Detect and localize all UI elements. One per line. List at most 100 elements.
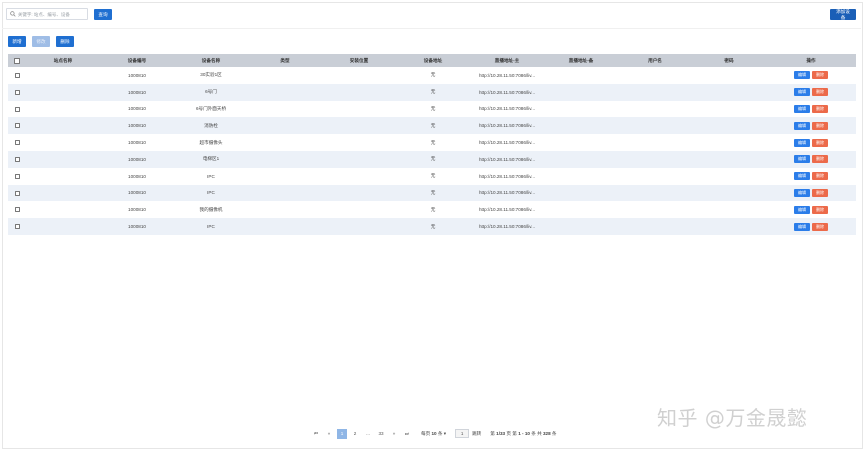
row-checkbox[interactable] <box>14 73 20 79</box>
table-row[interactable]: 1000810 IPC 无 http://10.28.11.50:7086/liv..… <box>8 218 856 235</box>
row-delete-button[interactable]: 删除 <box>812 205 828 214</box>
row-checkbox[interactable] <box>14 123 20 129</box>
row-delete-button[interactable]: 删除 <box>812 138 828 147</box>
table-row[interactable]: 1000810 超市摄像头 无 http://10.28.11.50:7086/liv… <box>8 134 856 151</box>
cell-live-main: http://10.28.11.50:7086/liv... <box>478 72 535 78</box>
jump-page-input[interactable] <box>455 429 470 438</box>
row-edit-button[interactable]: 编辑 <box>794 88 810 97</box>
row-edit-button[interactable]: 编辑 <box>794 172 810 181</box>
table-row[interactable]: 1000810 6号门 无 http://10.28.11.50:7086/liv..… <box>8 83 856 101</box>
row-edit-button[interactable]: 编辑 <box>794 104 810 113</box>
delete-button[interactable]: 删除 <box>56 36 74 47</box>
action-bar: 新增 修改 删除 <box>8 36 74 48</box>
table-row[interactable]: 1000810 IPC 无 http://10.28.11.50:7086/liv..… <box>8 184 856 202</box>
row-checkbox[interactable] <box>14 157 20 163</box>
jump-button[interactable]: 跳转 <box>472 431 481 437</box>
device-table: 站点名称 设备编号 设备名称 类型 安装位置 设备地址 直播地址-主 直播地址-… <box>8 54 856 235</box>
search-box[interactable] <box>6 8 88 20</box>
cell-type <box>248 67 322 84</box>
edit-button[interactable]: 修改 <box>32 36 50 47</box>
first-page-button[interactable]: ⏮ <box>311 429 321 439</box>
row-delete-button[interactable]: 删除 <box>812 121 828 130</box>
row-select-cell[interactable] <box>8 218 26 235</box>
cell-type <box>248 201 322 218</box>
cell-device-code: 1000810 <box>128 173 146 179</box>
cell-password <box>692 101 766 118</box>
cell-device-name: IPC <box>207 190 215 196</box>
row-edit-button[interactable]: 编辑 <box>794 138 810 147</box>
row-checkbox[interactable] <box>14 173 20 179</box>
row-select-cell[interactable] <box>8 201 26 218</box>
cell-device-address: 无 <box>430 189 436 195</box>
table-row[interactable]: 1000810 电梯区1 无 http://10.28.11.50:7086/liv.… <box>8 150 856 168</box>
cell-live-main: http://10.28.11.50:7086/liv... <box>478 207 535 213</box>
row-delete-button[interactable]: 删除 <box>812 188 828 197</box>
row-delete-button[interactable]: 删除 <box>812 104 828 113</box>
cell-site-name <box>26 134 100 151</box>
row-checkbox[interactable] <box>14 224 20 230</box>
page-33-button[interactable]: 33 <box>376 429 386 439</box>
row-delete-button[interactable]: 删除 <box>812 71 828 80</box>
row-checkbox[interactable] <box>14 89 20 95</box>
row-select-cell[interactable] <box>8 134 26 151</box>
select-all-cell[interactable] <box>8 54 26 67</box>
row-checkbox[interactable] <box>14 106 20 112</box>
last-page-button[interactable]: ⏭ <box>402 429 412 439</box>
cell-location <box>322 185 396 202</box>
row-select-cell[interactable] <box>8 84 26 101</box>
page-1-button[interactable]: 1 <box>337 428 347 439</box>
header-live-main: 直播地址-主 <box>494 57 520 63</box>
per-page-select[interactable]: 每页 10 条 ▾ <box>421 431 446 437</box>
summary-total-suffix: 条 <box>551 430 557 436</box>
row-select-cell[interactable] <box>8 151 26 168</box>
cell-site-name <box>26 201 100 218</box>
add-button[interactable]: 新增 <box>8 36 26 47</box>
table-row[interactable]: 1000810 30实验1区 无 http://10.28.11.50:7086/li… <box>8 67 856 84</box>
cell-type <box>248 218 322 235</box>
table-row[interactable]: 1000810 IPC 无 http://10.28.11.50:7086/liv..… <box>8 167 856 185</box>
cell-password <box>692 117 766 134</box>
row-edit-button[interactable]: 编辑 <box>794 121 810 130</box>
header-device-name: 设备名称 <box>201 57 221 63</box>
row-edit-button[interactable]: 编辑 <box>794 71 810 80</box>
per-page-suffix: 条 ▾ <box>437 430 447 436</box>
row-checkbox[interactable] <box>14 207 20 213</box>
add-device-button[interactable]: 添加设备 <box>830 9 856 20</box>
row-delete-button[interactable]: 删除 <box>812 88 828 97</box>
next-page-button[interactable]: » <box>389 429 399 439</box>
prev-page-button[interactable]: « <box>324 429 334 439</box>
cell-username <box>618 84 692 101</box>
row-select-cell[interactable] <box>8 168 26 185</box>
row-select-cell[interactable] <box>8 101 26 118</box>
table-row[interactable]: 1000810 消防栓 无 http://10.28.11.50:7086/liv..… <box>8 117 856 135</box>
search-button[interactable]: 查询 <box>94 9 112 20</box>
cell-device-address: 无 <box>430 72 436 78</box>
row-edit-button[interactable]: 编辑 <box>794 188 810 197</box>
cell-type <box>248 134 322 151</box>
row-delete-button[interactable]: 删除 <box>812 172 828 181</box>
page-2-button[interactable]: 2 <box>350 429 360 439</box>
row-edit-button[interactable]: 编辑 <box>794 155 810 164</box>
row-select-cell[interactable] <box>8 67 26 84</box>
summary-range-suffix: 条 共 <box>531 430 542 436</box>
row-select-cell[interactable] <box>8 185 26 202</box>
watermark: 知乎 @万金晟懿 <box>657 406 808 430</box>
row-checkbox[interactable] <box>14 140 20 146</box>
cell-device-code: 1000810 <box>128 140 146 146</box>
search-input[interactable] <box>17 11 87 17</box>
table-row[interactable]: 1000810 我的摄像机 无 http://10.28.11.50:7086/liv… <box>8 201 856 219</box>
select-all-checkbox[interactable] <box>14 57 20 64</box>
row-delete-button[interactable]: 删除 <box>812 222 828 231</box>
row-edit-button[interactable]: 编辑 <box>794 222 810 231</box>
cell-live-main: http://10.28.11.50:7086/liv... <box>478 156 535 162</box>
cell-operations: 编辑 删除 <box>766 101 856 118</box>
header-operations: 操作 <box>806 57 816 63</box>
row-select-cell[interactable] <box>8 117 26 134</box>
cell-device-address: 无 <box>430 206 436 212</box>
cell-device-name: IPC <box>207 173 215 179</box>
table-row[interactable]: 1000810 6号门外面天桥 无 http://10.28.11.50:7086/l… <box>8 100 856 118</box>
row-edit-button[interactable]: 编辑 <box>794 205 810 214</box>
row-checkbox[interactable] <box>14 190 20 196</box>
header-device-code: 设备编号 <box>127 57 147 63</box>
row-delete-button[interactable]: 删除 <box>812 155 828 164</box>
